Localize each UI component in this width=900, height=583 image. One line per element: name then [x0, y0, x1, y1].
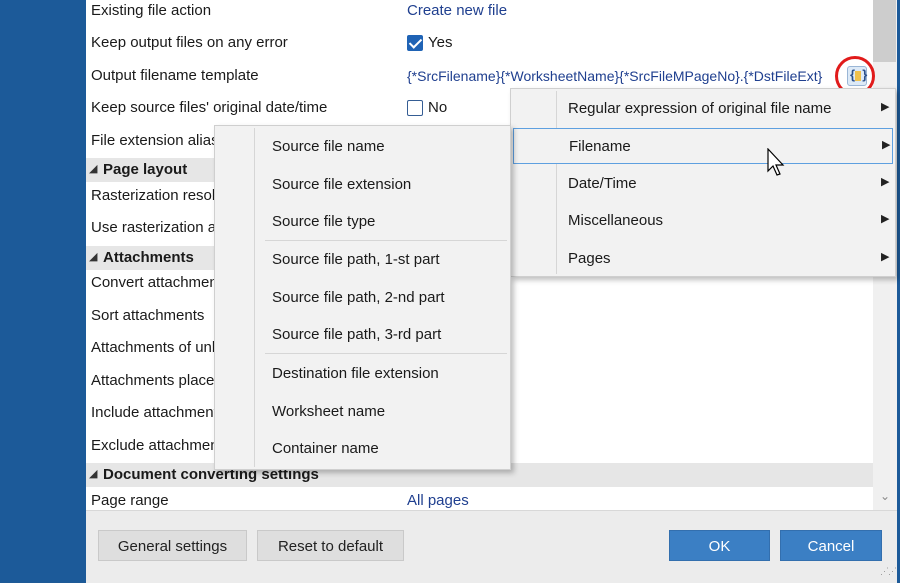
property-row-page-range[interactable]: Page range All pages [86, 487, 873, 510]
keep-output-files-checkbox[interactable] [407, 35, 423, 51]
property-label: Page range [91, 492, 169, 509]
menu-item-label: Date/Time [568, 175, 637, 192]
property-label: Keep source files' original date/time [91, 99, 328, 116]
property-label: Sort attachments [91, 307, 205, 324]
menu-item-pages[interactable]: Pages ▶ [513, 241, 893, 277]
output-filename-template-value[interactable]: {*SrcFilename}{*WorksheetName}{*SrcFileM… [407, 68, 822, 84]
submenu-arrow-icon: ▶ [881, 101, 890, 113]
keep-output-files-value: Yes [428, 34, 453, 51]
property-label: Existing file action [91, 2, 212, 19]
menu-item-regular-expression[interactable]: Regular expression of original file name… [513, 91, 893, 127]
menu-item-label: Miscellaneous [568, 212, 664, 229]
scroll-down-arrow-icon[interactable]: ⌄ [873, 489, 897, 507]
menu-separator [265, 353, 507, 354]
scrollbar-thumb[interactable] [873, 0, 896, 62]
dialog-footer: General settings Reset to default OK Can… [86, 510, 897, 583]
menu-item-destination-file-extension[interactable]: Destination file extension [272, 365, 439, 382]
menu-item-source-file-name[interactable]: Source file name [272, 138, 385, 155]
keep-source-date-checkbox[interactable] [407, 100, 423, 116]
keep-source-date-value: No [428, 99, 448, 116]
general-settings-button[interactable]: General settings [98, 530, 247, 561]
menu-item-label: Filename [569, 138, 631, 155]
window-frame-left [0, 0, 86, 582]
submenu-arrow-icon: ▶ [881, 176, 890, 188]
mouse-cursor-icon [767, 148, 785, 176]
menu-item-source-file-type[interactable]: Source file type [272, 213, 375, 230]
ok-button[interactable]: OK [669, 530, 770, 561]
property-label: Use rasterization a [91, 219, 217, 236]
menu-item-date-time[interactable]: Date/Time ▶ [513, 166, 893, 202]
macro-category-menu: Regular expression of original file name… [510, 88, 896, 277]
filename-submenu: Source file name Source file extension S… [214, 125, 511, 470]
menu-gutter [254, 128, 255, 467]
menu-item-source-file-path-3[interactable]: Source file path, 3-rd part [272, 326, 441, 343]
property-label: Rasterization resol [91, 187, 216, 204]
collapse-triangle-icon[interactable]: ◢ [89, 467, 97, 480]
submenu-arrow-icon: ▶ [881, 213, 890, 225]
resize-grip-icon[interactable]: ⋰⋰ [880, 566, 897, 577]
property-label: Include attachment [91, 404, 218, 421]
menu-item-source-file-path-2[interactable]: Source file path, 2-nd part [272, 289, 445, 306]
menu-item-container-name[interactable]: Container name [272, 440, 379, 457]
property-label: Keep output files on any error [91, 34, 288, 51]
section-title: Page layout [103, 161, 188, 178]
property-label: Exclude attachmen [91, 437, 219, 454]
property-row-keep-output-files[interactable]: Keep output files on any error Yes [86, 29, 873, 61]
menu-item-label: Pages [568, 250, 611, 267]
menu-separator [265, 240, 507, 241]
menu-item-label: Regular expression of original file name [568, 100, 832, 117]
menu-item-filename[interactable]: Filename ▶ [513, 128, 893, 164]
menu-item-miscellaneous[interactable]: Miscellaneous ▶ [513, 203, 893, 239]
menu-item-source-file-path-1[interactable]: Source file path, 1-st part [272, 251, 440, 268]
existing-file-action-value[interactable]: Create new file [407, 2, 507, 19]
property-label: Convert attachmen [91, 274, 218, 291]
submenu-arrow-icon: ▶ [881, 251, 890, 263]
menu-item-worksheet-name[interactable]: Worksheet name [272, 403, 385, 420]
collapse-triangle-icon[interactable]: ◢ [89, 250, 97, 263]
collapse-triangle-icon[interactable]: ◢ [89, 162, 97, 175]
submenu-arrow-icon: ▶ [882, 139, 891, 151]
section-title: Attachments [103, 249, 194, 266]
property-row-existing-file-action[interactable]: Existing file action Create new file [86, 0, 873, 29]
property-label: Attachments place [91, 372, 215, 389]
menu-item-source-file-extension[interactable]: Source file extension [272, 176, 411, 193]
cancel-button[interactable]: Cancel [780, 530, 882, 561]
property-label: File extension alias [91, 132, 219, 149]
property-label: Attachments of unl [91, 339, 216, 356]
reset-to-default-button[interactable]: Reset to default [257, 530, 404, 561]
page-range-value[interactable]: All pages [407, 492, 469, 509]
property-label: Output filename template [91, 67, 259, 84]
